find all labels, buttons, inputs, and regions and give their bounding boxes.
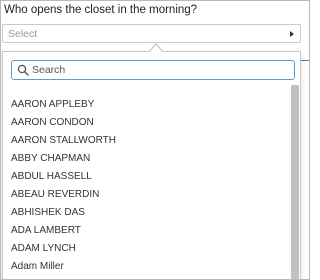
list-item[interactable]: ABDUL HASSELL (3, 168, 289, 186)
question-label: Who opens the closet in the morning? (4, 4, 198, 16)
select-value: Select (8, 28, 38, 40)
dropdown-panel: AARON APPLEBY AARON CONDON AARON STALLWO… (2, 43, 301, 279)
list-item[interactable]: AARON APPLEBY (3, 96, 289, 114)
scrollbar-thumb[interactable] (291, 85, 299, 279)
list-item[interactable]: ADA LAMBERT (3, 222, 289, 240)
search-input[interactable] (32, 63, 287, 77)
list-item[interactable]: AARON STALLWORTH (3, 132, 289, 150)
list-item[interactable]: Adam Miller (3, 258, 289, 276)
list-item[interactable]: AARON CONDON (3, 114, 289, 132)
caret-right-icon (290, 31, 294, 37)
options-list: AARON APPLEBY AARON CONDON AARON STALLWO… (3, 96, 289, 276)
list-item[interactable]: ADAM LYNCH (3, 240, 289, 258)
list-item[interactable]: ABEAU REVERDIN (3, 186, 289, 204)
question-frame: Who opens the closet in the morning? Sel… (0, 0, 310, 280)
search-box[interactable] (11, 60, 295, 80)
search-icon (17, 64, 29, 76)
list-item[interactable]: ABHISHEK DAS (3, 204, 289, 222)
list-item[interactable]: ABBY CHAPMAN (3, 150, 289, 168)
accent-line (301, 60, 309, 61)
scrollbar[interactable] (291, 85, 299, 279)
select-dropdown[interactable]: Select (2, 24, 301, 43)
